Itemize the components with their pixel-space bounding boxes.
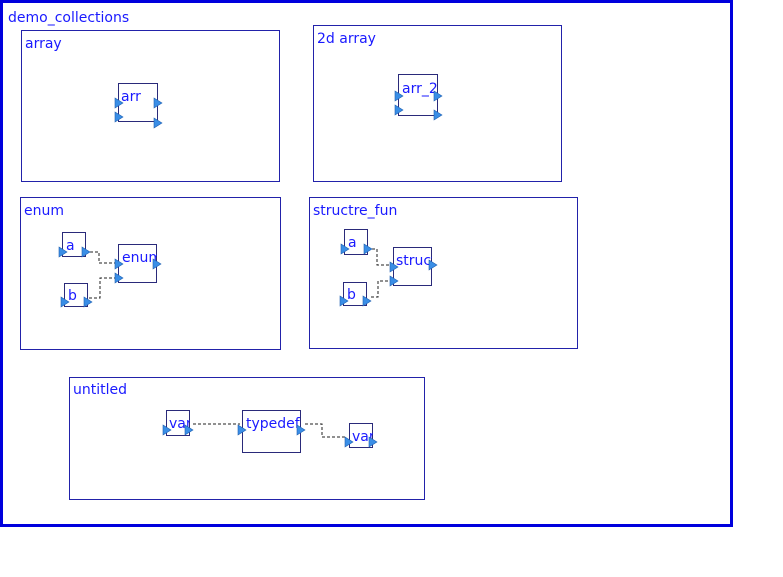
- wire-b-to-enum: [89, 277, 116, 299]
- wire-typedef-to-var: [305, 423, 347, 438]
- group-enum-title: enum: [24, 203, 64, 219]
- block-arr-label: arr: [121, 89, 141, 105]
- wire-a-to-enum: [90, 251, 116, 264]
- group-array[interactable]: array arr: [21, 30, 280, 182]
- block-enum-b-label: b: [68, 288, 77, 304]
- diagram-canvas: demo_collections array arr 2d array arr_…: [0, 0, 733, 527]
- block-arr[interactable]: arr: [114, 83, 163, 129]
- block-enum-a[interactable]: a: [58, 232, 91, 258]
- block-typedef-label: typedef: [246, 416, 301, 432]
- block-arr-2d-label: arr_2D: [402, 81, 449, 97]
- block-struct-a[interactable]: a: [340, 229, 373, 255]
- wire-b-to-struct: [371, 280, 390, 298]
- block-arr-2d[interactable]: arr_2D: [394, 74, 449, 121]
- group-structre-fun-frame: [309, 197, 578, 349]
- wire-a-to-struct: [372, 248, 390, 266]
- group-structre-fun-title: structre_fun: [313, 203, 397, 219]
- group-untitled[interactable]: untitled var typedef var: [69, 377, 425, 500]
- block-struct-b-label: b: [347, 287, 356, 303]
- group-2d-array[interactable]: 2d array arr_2D: [313, 25, 562, 182]
- diagram-title: demo_collections: [8, 10, 129, 26]
- block-enum[interactable]: enum: [114, 244, 162, 284]
- block-var-output[interactable]: var: [344, 423, 378, 448]
- block-struct[interactable]: struct: [389, 247, 438, 287]
- output-port-icon[interactable]: [428, 259, 438, 271]
- group-untitled-title: untitled: [73, 382, 127, 398]
- group-structre-fun[interactable]: structre_fun a b struct: [309, 197, 578, 349]
- block-var-input[interactable]: var: [162, 410, 194, 436]
- group-array-title: array: [25, 36, 62, 52]
- block-enum-a-label: a: [66, 238, 75, 254]
- block-typedef[interactable]: typedef: [237, 410, 306, 453]
- block-struct-b[interactable]: b: [339, 282, 372, 307]
- group-enum[interactable]: enum a b enum: [20, 197, 281, 350]
- group-2d-array-title: 2d array: [317, 31, 376, 47]
- block-struct-a-label: a: [348, 235, 357, 251]
- block-enum-b[interactable]: b: [60, 283, 93, 308]
